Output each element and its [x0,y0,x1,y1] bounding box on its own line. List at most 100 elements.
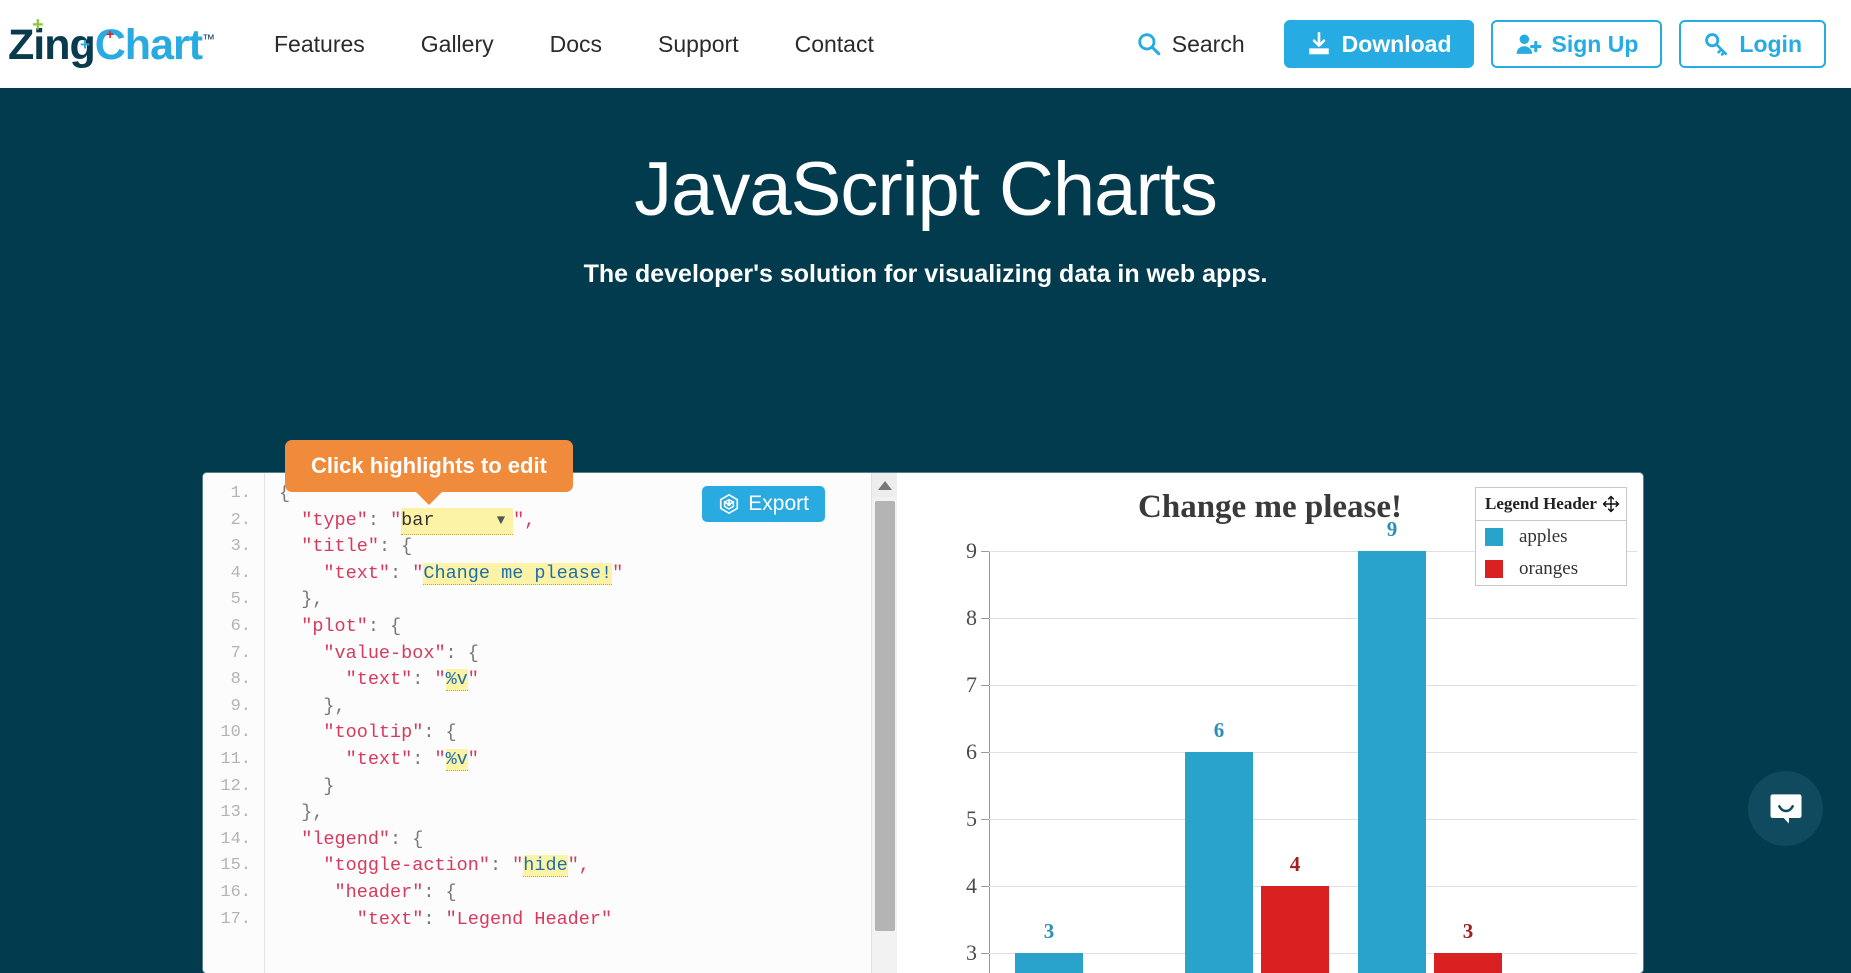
code-token: ", [567,855,590,877]
code-line-3: 3. "title": { [203,534,871,561]
bar-oranges-3[interactable] [1434,953,1502,973]
code-token: "value-box" [323,642,446,664]
legend-swatch-icon [1485,560,1503,578]
code-token: "text" [345,669,413,691]
code-line-11: 11. "text": "%v" [203,747,871,774]
line-number: 9. [230,696,251,716]
code-token: : [390,562,413,584]
bar-value-label: 6 [1213,718,1225,742]
nav-item-docs[interactable]: Docs [550,31,602,58]
code-line-4: 4. "text": "Change me please!" [203,561,871,588]
bar-value-label: 3 [1462,919,1474,943]
y-axis-label: 3 [966,940,977,965]
code-token: : { [367,615,402,637]
nav-item-gallery[interactable]: Gallery [421,31,494,58]
code-token: "Legend Header" [445,908,613,930]
export-button[interactable]: Export [702,486,825,522]
y-tick [981,886,989,887]
logo-plus-red-icon: + [106,26,115,42]
code-token: "legend" [301,828,391,850]
search-icon [1138,33,1161,56]
code-token: "text" [345,748,413,770]
code-token: : [367,509,391,531]
line-number: 5. [230,590,251,610]
chart-legend[interactable]: Legend Header apples oranges [1475,487,1627,586]
chart-plot-area: 9 8 7 6 5 4 3 3 6 4 9 3 [966,517,1637,973]
editor-scrollbar[interactable] [871,473,897,973]
move-icon[interactable] [1602,495,1620,513]
line-number: 6. [230,616,251,636]
code-token: : { [390,828,424,850]
line-number: 1. [230,484,251,503]
search-button[interactable]: Search [1136,31,1245,58]
type-dropdown[interactable]: bar ▼ [401,507,514,536]
y-tick [981,819,989,820]
y-axis-label: 4 [966,873,977,898]
y-axis-label: 5 [966,806,977,831]
title-text-editable[interactable]: Change me please! [423,562,613,585]
bar-apples-3[interactable] [1358,551,1426,973]
signup-button[interactable]: Sign Up [1490,20,1663,68]
legend-item-oranges[interactable]: oranges [1476,553,1626,585]
line-number: 15. [220,856,251,876]
bar-apples-1[interactable] [1015,953,1083,973]
line-number: 17. [220,909,251,929]
code-token: "title" [301,536,379,558]
code-line-13: 13. }, [203,800,871,827]
code-token: ", [513,509,536,531]
page-subtitle: The developer's solution for visualizing… [583,260,1268,288]
chat-bubble-icon [1770,793,1801,823]
chat-widget-button[interactable] [1748,771,1823,846]
legend-item-apples[interactable]: apples [1476,521,1626,553]
scrollbar-up-button[interactable] [872,473,897,497]
scrollbar-thumb[interactable] [875,501,895,931]
type-dropdown-value: bar [401,509,435,531]
code-token: " [467,669,479,691]
code-editor[interactable]: Export 1.{ 2. "type": "bar ▼ ", 3. "title"… [203,473,897,973]
logo-plus-green-icon: + [32,14,44,36]
y-axis-label: 8 [966,605,977,630]
y-tick [981,618,989,619]
download-button[interactable]: Download [1283,20,1474,68]
nav-item-contact[interactable]: Contact [795,31,874,58]
bar-oranges-2[interactable] [1261,886,1329,973]
code-content[interactable]: 1.{ 2. "type": "bar ▼ ", 3. "title": { 4. … [203,473,871,973]
y-tick [981,685,989,686]
line-number: 11. [220,749,251,769]
legend-header[interactable]: Legend Header [1476,488,1626,521]
y-tick [981,551,989,552]
code-token: : { [445,642,479,664]
line-number: 13. [220,803,251,823]
code-line-14: 14. "legend": { [203,827,871,854]
logo[interactable]: + + + ZingChart™ [8,9,215,79]
gridline: 8 [966,605,1637,630]
login-button[interactable]: Login [1679,20,1826,68]
download-label: Download [1341,30,1452,57]
gridline: 7 [966,672,1637,697]
gridline: 6 [966,739,1637,764]
code-token: "text" [323,562,391,584]
code-token: " [434,669,446,691]
nav-item-support[interactable]: Support [658,31,739,58]
tooltip-text-editable[interactable]: %v [445,748,468,771]
line-number: 3. [230,537,251,557]
gridline: 5 [966,806,1637,831]
code-token: "tooltip" [323,722,424,744]
code-line-17: 17. "text": "Legend Header" [203,907,871,934]
user-add-icon [1516,34,1541,54]
code-token: : { [423,881,457,903]
nav-item-features[interactable]: Features [274,31,365,58]
bar-value-label: 9 [1386,517,1398,541]
site-header: + + + ZingChart™ Features Gallery Docs S… [0,0,1851,88]
code-token: }, [323,695,346,717]
code-line-9: 9. }, [203,694,871,721]
code-token: " [390,509,402,531]
valuebox-text-editable[interactable]: %v [445,669,468,692]
code-line-7: 7. "value-box": { [203,641,871,668]
bar-apples-2[interactable] [1185,752,1253,973]
chart-preview: Change me please! 9 8 7 6 5 4 3 3 6 4 9 … [897,473,1643,973]
toggle-action-editable[interactable]: hide [523,855,568,878]
y-axis-line [989,551,990,973]
line-number: 7. [230,643,251,663]
code-token: "header" [334,881,424,903]
